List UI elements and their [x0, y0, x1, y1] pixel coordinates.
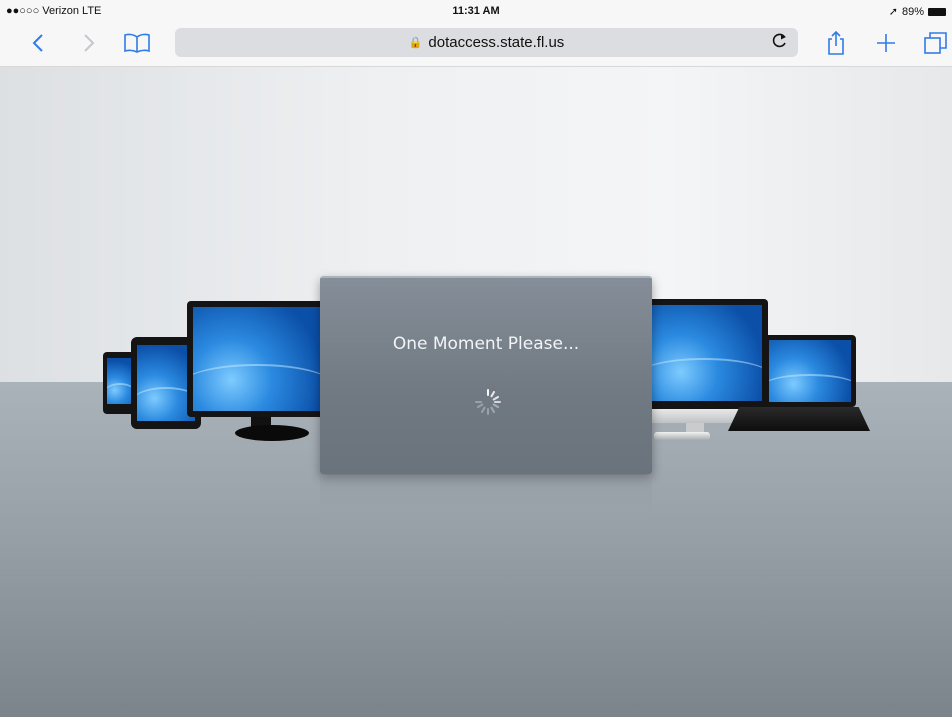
battery-status: ➚ 89% [889, 5, 946, 18]
battery-icon [928, 7, 946, 16]
status-bar: ●●○○○ Verizon LTE 11:31 AM ➚ 89% [0, 0, 952, 22]
share-button[interactable] [823, 28, 849, 58]
loading-message: One Moment Please... [392, 334, 580, 354]
monitor-base [235, 425, 309, 441]
chevron-left-icon [32, 34, 43, 52]
bookmarks-button[interactable] [121, 28, 153, 58]
loading-dialog: One Moment Please... [320, 276, 652, 474]
back-button[interactable] [26, 28, 50, 58]
clock: 11:31 AM [452, 5, 500, 17]
battery-percent: 89% [901, 5, 924, 18]
url-text: dotaccess.state.fl.us [428, 34, 565, 51]
chevron-right-icon [84, 34, 95, 52]
browser-toolbar: 🔒 dotaccess.state.fl.us [0, 22, 952, 67]
dialog-reflection [320, 475, 652, 515]
tabs-icon [924, 32, 947, 54]
plus-icon [877, 34, 895, 52]
imac-image [640, 299, 768, 409]
keyboard-image [654, 432, 710, 440]
lock-icon: 🔒 [408, 37, 423, 49]
page-content: One Moment Please... [0, 67, 952, 717]
new-tab-button[interactable] [873, 28, 899, 58]
location-icon: ➚ [888, 6, 898, 18]
laptop-keyboard [728, 407, 870, 431]
laptop-image [764, 335, 856, 407]
forward-button[interactable] [77, 28, 101, 58]
reload-button[interactable] [772, 32, 788, 55]
share-icon [828, 30, 844, 55]
reload-icon [772, 33, 786, 48]
address-bar[interactable]: 🔒 dotaccess.state.fl.us [175, 28, 798, 57]
tabs-button[interactable] [922, 28, 950, 58]
loading-spinner-icon [475, 389, 501, 415]
monitor-image [187, 301, 327, 417]
book-icon [124, 33, 150, 53]
